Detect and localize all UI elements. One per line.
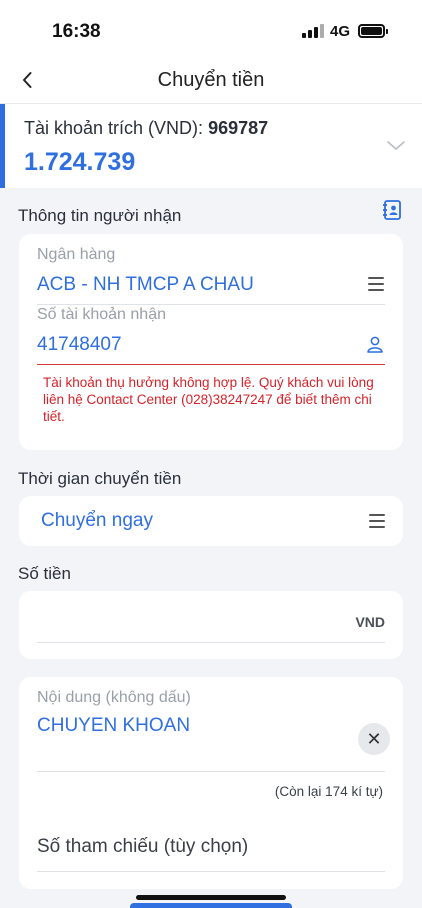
network-type: 4G bbox=[330, 23, 351, 40]
contact-book-icon[interactable] bbox=[381, 199, 403, 221]
nav-bar: Chuyển tiền bbox=[0, 56, 422, 104]
continue-button[interactable] bbox=[130, 903, 292, 908]
account-number-input[interactable]: 41748407 bbox=[37, 334, 122, 356]
content-divider bbox=[37, 771, 385, 772]
bank-select[interactable]: ACB - NH TMCP A CHAU bbox=[37, 274, 254, 296]
reference-input[interactable]: Số tham chiếu (tùy chọn) bbox=[37, 836, 248, 858]
signal-icon bbox=[302, 24, 324, 38]
status-time: 16:38 bbox=[52, 21, 101, 42]
account-error-divider bbox=[37, 364, 385, 365]
battery-icon bbox=[358, 24, 388, 38]
content-input[interactable]: CHUYEN KHOAN bbox=[37, 715, 190, 737]
transfer-time-value: Chuyển ngay bbox=[41, 510, 153, 531]
menu-icon[interactable] bbox=[368, 277, 384, 291]
recipient-card: Ngân hàng ACB - NH TMCP A CHAU Số tài kh… bbox=[19, 234, 403, 450]
currency-label: VND bbox=[355, 614, 385, 630]
page-title: Chuyển tiền bbox=[157, 69, 265, 91]
transfer-time-select[interactable]: Chuyển ngay bbox=[19, 496, 403, 546]
source-account-card[interactable]: Tài khoản trích (VND): 969787 1.724.739 bbox=[0, 104, 422, 188]
amount-card: VND bbox=[19, 591, 403, 659]
reference-divider bbox=[37, 871, 385, 872]
content-label: Nội dung (không dấu) bbox=[37, 689, 191, 706]
bank-divider bbox=[37, 304, 385, 305]
account-balance: 1.724.739 bbox=[24, 148, 136, 176]
bank-label: Ngân hàng bbox=[37, 246, 116, 263]
account-number-label: Số tài khoản nhận bbox=[37, 306, 166, 323]
person-icon[interactable] bbox=[366, 335, 384, 353]
content-card: Nội dung (không dấu) CHUYEN KHOAN ✕ (Còn… bbox=[19, 677, 403, 889]
source-account-label: Tài khoản trích (VND): 969787 bbox=[24, 118, 268, 139]
account-accent-bar bbox=[0, 104, 5, 188]
home-indicator bbox=[136, 895, 286, 900]
source-account-label-text: Tài khoản trích (VND): bbox=[24, 118, 209, 138]
account-error-message: Tài khoản thụ hưởng không hợp lệ. Quý kh… bbox=[43, 375, 374, 424]
recipient-section-label: Thông tin người nhận bbox=[18, 206, 182, 225]
clear-content-button[interactable]: ✕ bbox=[358, 723, 390, 755]
source-account-number: 969787 bbox=[208, 118, 269, 138]
amount-divider bbox=[37, 642, 385, 643]
chevron-down-icon[interactable] bbox=[386, 136, 406, 156]
transfer-time-section-label: Thời gian chuyển tiền bbox=[18, 469, 182, 488]
amount-input[interactable] bbox=[37, 613, 327, 637]
remaining-characters: (Còn lại 174 kí tự) bbox=[274, 784, 383, 799]
amount-section-label: Số tiền bbox=[18, 564, 71, 583]
status-bar: 16:38 4G bbox=[0, 0, 422, 56]
close-icon: ✕ bbox=[366, 729, 382, 749]
menu-icon bbox=[369, 514, 385, 528]
